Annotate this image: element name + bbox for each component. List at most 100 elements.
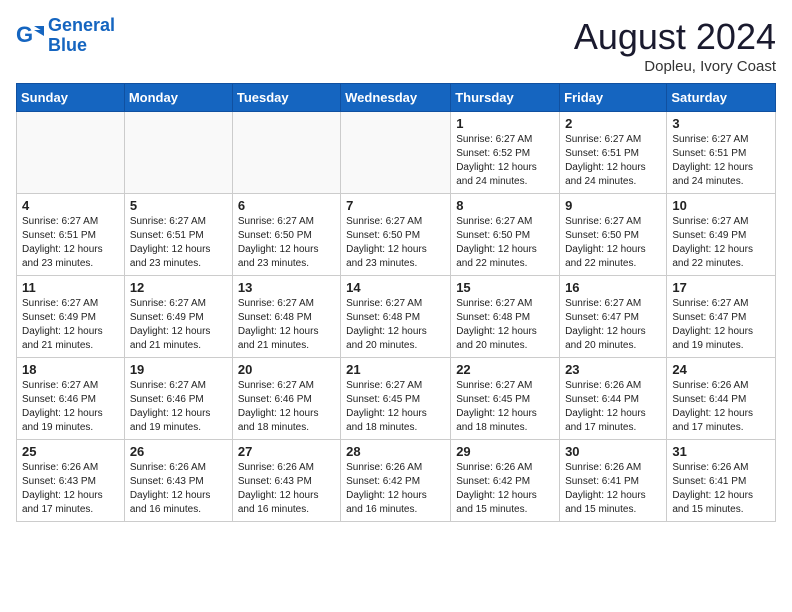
day-info: Sunrise: 6:27 AM Sunset: 6:52 PM Dayligh… [456, 133, 554, 189]
calendar-cell: 22Sunrise: 6:27 AM Sunset: 6:45 PM Dayli… [451, 358, 560, 440]
day-number: 28 [346, 444, 445, 459]
calendar-cell: 12Sunrise: 6:27 AM Sunset: 6:49 PM Dayli… [124, 276, 232, 358]
calendar-cell: 17 Sunrise: 6:27 AM Sunset: 6:47 PM Dayli… [667, 276, 776, 358]
header-tuesday: Tuesday [232, 84, 340, 112]
day-info: Sunrise: 6:27 AM Sunset: 6:50 PM Dayligh… [456, 215, 554, 271]
day-info: Sunrise: 6:27 AM Sunset: 6:51 PM Dayligh… [672, 133, 770, 189]
day-number: 3 [672, 116, 770, 131]
day-number: 6 [238, 198, 335, 213]
calendar-cell: 27 Sunrise: 6:26 AM Sunset: 6:43 PM Dayli… [232, 440, 340, 522]
calendar-cell: 23Sunrise: 6:26 AM Sunset: 6:44 PM Dayli… [560, 358, 667, 440]
day-info: Sunrise: 6:27 AM Sunset: 6:50 PM Dayligh… [238, 215, 335, 271]
day-number: 23 [565, 362, 661, 377]
header-monday: Monday [124, 84, 232, 112]
day-number: 25 [22, 444, 119, 459]
calendar-cell [341, 112, 451, 194]
calendar-cell: 9 Sunrise: 6:27 AM Sunset: 6:50 PM Daylig… [560, 194, 667, 276]
day-number: 14 [346, 280, 445, 295]
calendar-cell: 7 Sunrise: 6:27 AM Sunset: 6:50 PM Daylig… [341, 194, 451, 276]
day-info: Sunrise: 6:27 AM Sunset: 6:45 PM Dayligh… [346, 379, 445, 435]
day-number: 1 [456, 116, 554, 131]
day-number: 10 [672, 198, 770, 213]
calendar-cell: 15Sunrise: 6:27 AM Sunset: 6:48 PM Dayli… [451, 276, 560, 358]
day-info: Sunrise: 6:27 AM Sunset: 6:46 PM Dayligh… [22, 379, 119, 435]
calendar-cell: 3 Sunrise: 6:27 AM Sunset: 6:51 PM Daylig… [667, 112, 776, 194]
day-number: 8 [456, 198, 554, 213]
day-info: Sunrise: 6:26 AM Sunset: 6:43 PM Dayligh… [22, 461, 119, 517]
day-info: Sunrise: 6:27 AM Sunset: 6:46 PM Dayligh… [130, 379, 227, 435]
day-number: 17 [672, 280, 770, 295]
calendar-cell: 26 Sunrise: 6:26 AM Sunset: 6:43 PM Dayli… [124, 440, 232, 522]
calendar-cell: 1 Sunrise: 6:27 AM Sunset: 6:52 PM Daylig… [451, 112, 560, 194]
calendar-cell: 11Sunrise: 6:27 AM Sunset: 6:49 PM Dayli… [17, 276, 125, 358]
calendar-cell: 2 Sunrise: 6:27 AM Sunset: 6:51 PM Daylig… [560, 112, 667, 194]
location: Dopleu, Ivory Coast [574, 58, 776, 75]
calendar-cell: 31 Sunrise: 6:26 AM Sunset: 6:41 PM Dayli… [667, 440, 776, 522]
day-number: 7 [346, 198, 445, 213]
day-info: Sunrise: 6:27 AM Sunset: 6:46 PM Dayligh… [238, 379, 335, 435]
day-info: Sunrise: 6:27 AM Sunset: 6:48 PM Dayligh… [346, 297, 445, 353]
logo-text: General Blue [48, 16, 115, 56]
day-number: 20 [238, 362, 335, 377]
month-year: August 2024 [574, 16, 776, 58]
calendar-week-1: 1 Sunrise: 6:27 AM Sunset: 6:52 PM Daylig… [17, 112, 776, 194]
day-info: Sunrise: 6:26 AM Sunset: 6:42 PM Dayligh… [456, 461, 554, 517]
calendar-cell: 29Sunrise: 6:26 AM Sunset: 6:42 PM Dayli… [451, 440, 560, 522]
day-info: Sunrise: 6:26 AM Sunset: 6:41 PM Dayligh… [672, 461, 770, 517]
calendar-header-row: SundayMondayTuesdayWednesdayThursdayFrid… [17, 84, 776, 112]
calendar-cell: 25 Sunrise: 6:26 AM Sunset: 6:43 PM Dayli… [17, 440, 125, 522]
day-number: 27 [238, 444, 335, 459]
calendar-cell: 16 Sunrise: 6:27 AM Sunset: 6:47 PM Dayli… [560, 276, 667, 358]
calendar-cell [17, 112, 125, 194]
calendar-cell: 30 Sunrise: 6:26 AM Sunset: 6:41 PM Dayli… [560, 440, 667, 522]
calendar-cell: 5Sunrise: 6:27 AM Sunset: 6:51 PM Daylig… [124, 194, 232, 276]
day-info: Sunrise: 6:27 AM Sunset: 6:47 PM Dayligh… [672, 297, 770, 353]
calendar-cell [232, 112, 340, 194]
calendar-cell: 10 Sunrise: 6:27 AM Sunset: 6:49 PM Dayli… [667, 194, 776, 276]
day-number: 13 [238, 280, 335, 295]
day-number: 16 [565, 280, 661, 295]
header-sunday: Sunday [17, 84, 125, 112]
calendar-cell: 14 Sunrise: 6:27 AM Sunset: 6:48 PM Dayli… [341, 276, 451, 358]
day-info: Sunrise: 6:27 AM Sunset: 6:50 PM Dayligh… [565, 215, 661, 271]
day-number: 26 [130, 444, 227, 459]
logo-line2: Blue [48, 35, 87, 55]
day-info: Sunrise: 6:27 AM Sunset: 6:51 PM Dayligh… [565, 133, 661, 189]
day-number: 4 [22, 198, 119, 213]
calendar-cell: 24Sunrise: 6:26 AM Sunset: 6:44 PM Dayli… [667, 358, 776, 440]
calendar-cell: 13 Sunrise: 6:27 AM Sunset: 6:48 PM Dayli… [232, 276, 340, 358]
day-info: Sunrise: 6:27 AM Sunset: 6:49 PM Dayligh… [130, 297, 227, 353]
day-info: Sunrise: 6:27 AM Sunset: 6:48 PM Dayligh… [238, 297, 335, 353]
day-number: 24 [672, 362, 770, 377]
calendar-cell: 20 Sunrise: 6:27 AM Sunset: 6:46 PM Dayli… [232, 358, 340, 440]
day-info: Sunrise: 6:27 AM Sunset: 6:50 PM Dayligh… [346, 215, 445, 271]
day-info: Sunrise: 6:26 AM Sunset: 6:43 PM Dayligh… [238, 461, 335, 517]
day-info: Sunrise: 6:27 AM Sunset: 6:51 PM Dayligh… [130, 215, 227, 271]
calendar-cell [124, 112, 232, 194]
calendar: SundayMondayTuesdayWednesdayThursdayFrid… [16, 83, 776, 522]
day-info: Sunrise: 6:27 AM Sunset: 6:49 PM Dayligh… [22, 297, 119, 353]
day-number: 9 [565, 198, 661, 213]
header-wednesday: Wednesday [341, 84, 451, 112]
day-info: Sunrise: 6:27 AM Sunset: 6:51 PM Dayligh… [22, 215, 119, 271]
day-info: Sunrise: 6:27 AM Sunset: 6:47 PM Dayligh… [565, 297, 661, 353]
calendar-week-2: 4 Sunrise: 6:27 AM Sunset: 6:51 PM Daylig… [17, 194, 776, 276]
day-number: 31 [672, 444, 770, 459]
logo-line1: General [48, 15, 115, 35]
header-thursday: Thursday [451, 84, 560, 112]
calendar-cell: 4 Sunrise: 6:27 AM Sunset: 6:51 PM Daylig… [17, 194, 125, 276]
day-info: Sunrise: 6:26 AM Sunset: 6:43 PM Dayligh… [130, 461, 227, 517]
day-info: Sunrise: 6:26 AM Sunset: 6:41 PM Dayligh… [565, 461, 661, 517]
svg-text:G: G [16, 22, 33, 47]
day-number: 22 [456, 362, 554, 377]
logo-icon: G [16, 22, 44, 50]
day-info: Sunrise: 6:27 AM Sunset: 6:48 PM Dayligh… [456, 297, 554, 353]
day-number: 2 [565, 116, 661, 131]
calendar-cell: 28Sunrise: 6:26 AM Sunset: 6:42 PM Dayli… [341, 440, 451, 522]
day-info: Sunrise: 6:27 AM Sunset: 6:49 PM Dayligh… [672, 215, 770, 271]
day-number: 21 [346, 362, 445, 377]
calendar-week-4: 18 Sunrise: 6:27 AM Sunset: 6:46 PM Dayli… [17, 358, 776, 440]
day-number: 30 [565, 444, 661, 459]
calendar-cell: 19Sunrise: 6:27 AM Sunset: 6:46 PM Dayli… [124, 358, 232, 440]
day-number: 18 [22, 362, 119, 377]
